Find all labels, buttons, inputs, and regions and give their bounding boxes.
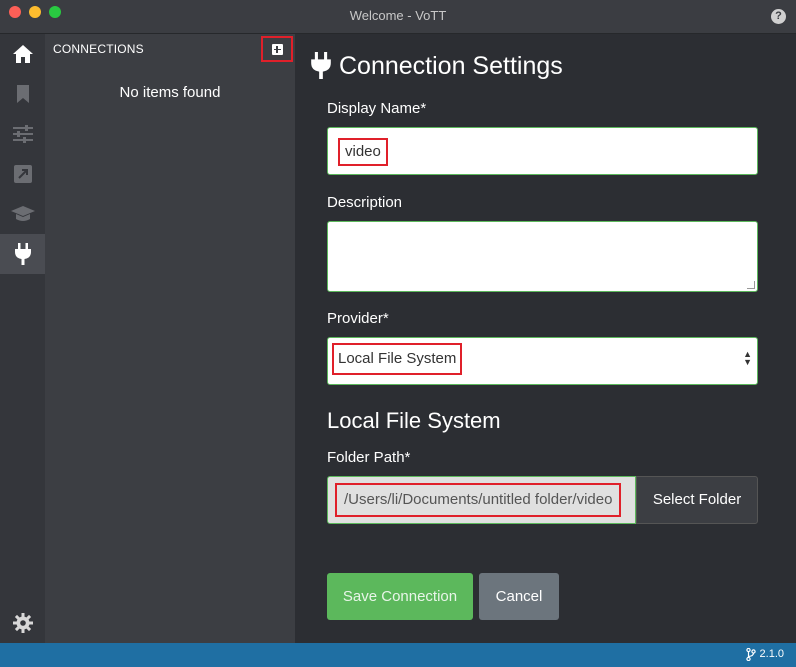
nav-train[interactable]: [0, 194, 45, 234]
left-nav-rail: [0, 34, 45, 643]
plug-icon: [14, 243, 31, 265]
status-bar: 2.1.0: [0, 643, 796, 667]
title-bar: Welcome - VoTT ?: [0, 0, 796, 34]
folder-path-value: /Users/li/Documents/untitled folder/vide…: [335, 483, 622, 517]
sliders-icon: [12, 125, 33, 143]
connection-settings-form: Connection Settings Display Name* video …: [295, 34, 796, 643]
description-textarea[interactable]: [327, 221, 758, 292]
plug-icon: [311, 52, 331, 79]
nav-settings-sliders[interactable]: [0, 114, 45, 154]
gear-icon: [12, 613, 33, 633]
home-icon: [12, 45, 33, 63]
provider-selected-value: Local File System: [332, 343, 463, 375]
folder-path-input[interactable]: /Users/li/Documents/untitled folder/vide…: [327, 476, 636, 524]
description-label: Description: [327, 194, 403, 211]
nav-connections[interactable]: [0, 234, 45, 274]
nav-home[interactable]: [0, 34, 45, 74]
display-name-label: Display Name*: [327, 100, 427, 117]
display-name-input[interactable]: video: [327, 127, 758, 175]
provider-section-title: Local File System: [327, 408, 501, 433]
nav-app-settings[interactable]: [0, 603, 45, 643]
resize-handle[interactable]: [747, 281, 755, 289]
help-icon[interactable]: ?: [771, 9, 786, 24]
select-folder-button[interactable]: Select Folder: [636, 476, 758, 524]
provider-select[interactable]: Local File System ▲ ▼: [327, 337, 758, 385]
save-connection-button[interactable]: Save Connection: [327, 573, 473, 620]
plus-square-icon: [271, 43, 283, 55]
cancel-button[interactable]: Cancel: [479, 573, 559, 620]
folder-path-label: Folder Path*: [327, 449, 411, 466]
export-icon: [13, 165, 32, 183]
graduation-cap-icon: [10, 206, 35, 221]
bookmark-icon: [16, 85, 29, 103]
page-title: Connection Settings: [339, 52, 563, 80]
nav-bookmarks[interactable]: [0, 74, 45, 114]
provider-label: Provider*: [327, 310, 389, 327]
connections-header: CONNECTIONS: [53, 42, 144, 56]
connections-panel: CONNECTIONS No items found: [45, 34, 295, 643]
nav-export[interactable]: [0, 154, 45, 194]
branch-icon: [746, 648, 756, 661]
select-arrows-icon: ▲ ▼: [743, 349, 752, 367]
add-connection-button[interactable]: [261, 36, 293, 62]
empty-list-message: No items found: [119, 84, 221, 101]
window-title: Welcome - VoTT: [349, 8, 447, 23]
display-name-value: video: [338, 138, 388, 166]
app-version: 2.1.0: [759, 648, 784, 660]
